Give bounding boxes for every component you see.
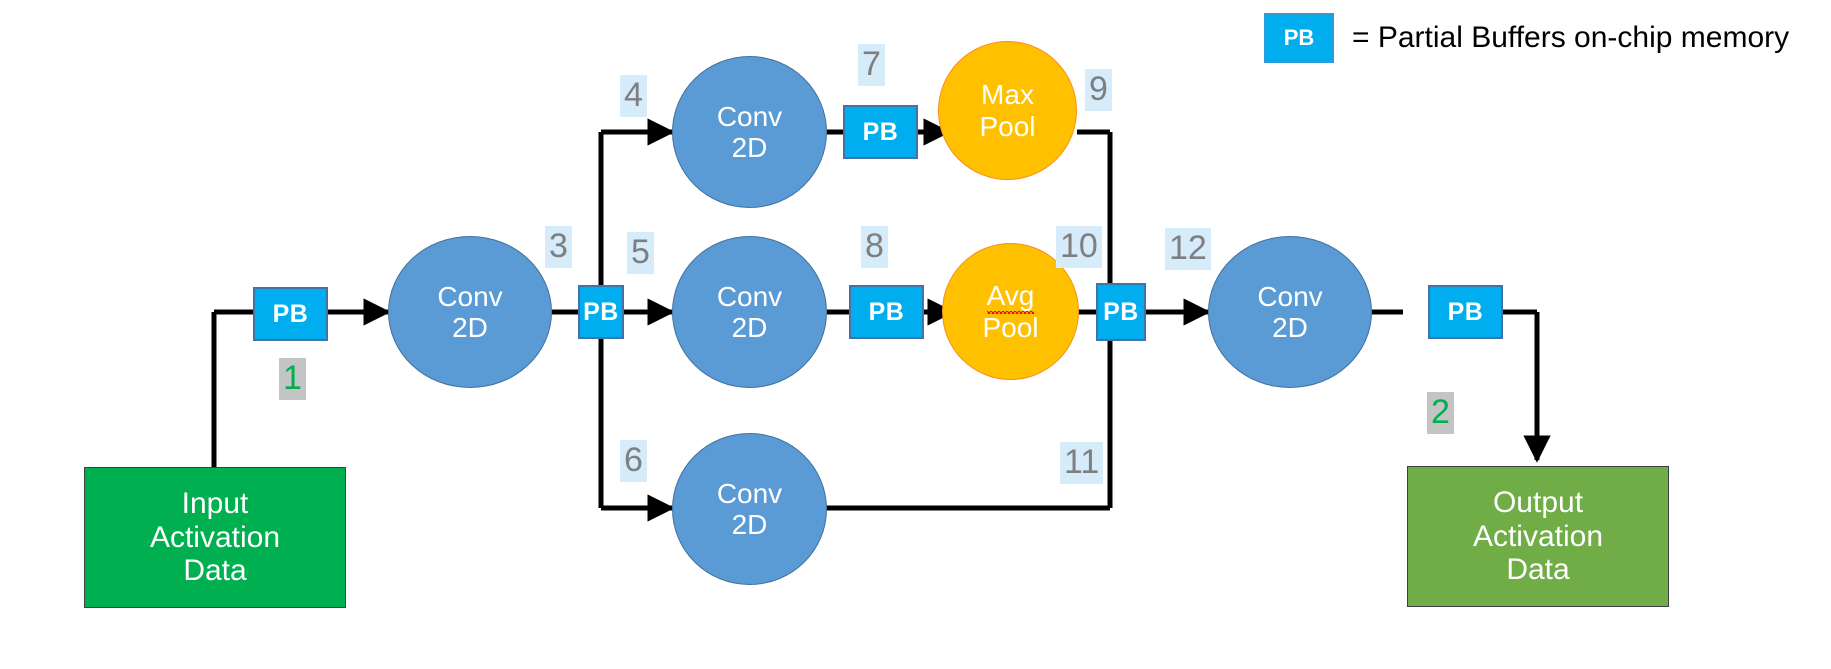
step-label-1: 1 <box>279 358 306 400</box>
step-label-8: 8 <box>861 226 888 268</box>
conv2d-branch-bottom-line1: Conv <box>716 477 783 509</box>
conv2d-branch-top-line2: 2D <box>731 132 768 163</box>
pb-output-label: PB <box>1447 298 1484 326</box>
output-line-1: Output <box>1492 486 1584 520</box>
output-activation-data-box: Output Activation Data <box>1407 466 1669 607</box>
step-label-11: 11 <box>1060 442 1104 484</box>
pb-split-label: PB <box>583 298 619 326</box>
step-label-5: 5 <box>627 232 654 274</box>
conv2d-tail-line1: Conv <box>1257 280 1323 312</box>
avg-pool-line1: Avg <box>986 280 1035 314</box>
pb-input-buffer[interactable]: PB <box>253 287 328 341</box>
input-activation-data-box: Input Activation Data <box>84 467 346 608</box>
conv2d-branch-middle-line2: 2D <box>731 312 768 343</box>
max-pool-line1: Max <box>981 79 1034 111</box>
legend-description: = Partial Buffers on-chip memory <box>1352 21 1790 54</box>
output-line-2: Activation <box>1472 519 1604 553</box>
pb-input-label: PB <box>272 300 309 328</box>
conv2d-tail-line2: 2D <box>1272 312 1308 343</box>
step-label-3: 3 <box>545 226 572 268</box>
step-label-7: 7 <box>858 44 885 86</box>
step-label-10: 10 <box>1056 226 1102 268</box>
pb-top-label: PB <box>862 118 899 146</box>
pb-middle-branch-buffer[interactable]: PB <box>849 285 924 339</box>
conv2d-branch-middle[interactable]: Conv 2D <box>672 236 827 388</box>
step-label-4: 4 <box>620 75 647 117</box>
conv2d-stem-line2: 2D <box>452 312 488 343</box>
conv2d-branch-top[interactable]: Conv 2D <box>672 56 827 208</box>
input-line-3: Data <box>183 554 247 588</box>
conv2d-stem-line1: Conv <box>437 280 503 312</box>
conv2d-stem[interactable]: Conv 2D <box>388 236 552 388</box>
conv2d-branch-middle-line1: Conv <box>716 280 783 312</box>
pb-merge-label: PB <box>1103 298 1139 326</box>
pb-middle-label: PB <box>868 298 905 326</box>
max-pool-line2: Pool <box>979 110 1036 142</box>
max-pool-node[interactable]: Max Pool <box>938 41 1077 180</box>
pb-split-buffer[interactable]: PB <box>578 285 624 339</box>
output-line-3: Data <box>1506 553 1570 587</box>
conv2d-branch-bottom-line2: 2D <box>731 509 768 540</box>
step-label-9: 9 <box>1085 69 1112 111</box>
input-line-1: Input <box>181 487 249 521</box>
step-label-6: 6 <box>620 440 647 482</box>
conv2d-branch-top-line1: Conv <box>716 100 783 132</box>
step-label-12: 12 <box>1165 228 1211 270</box>
pb-output-buffer[interactable]: PB <box>1428 285 1503 339</box>
avg-pool-line2: Pool <box>982 311 1039 343</box>
legend-pb-chip-label: PB <box>1283 25 1315 50</box>
input-line-2: Activation <box>149 520 281 554</box>
diagram-canvas: Input Activation Data PB Conv 2D PB Conv… <box>0 0 1831 669</box>
pb-top-branch-buffer[interactable]: PB <box>843 105 918 159</box>
conv2d-tail[interactable]: Conv 2D <box>1208 236 1372 388</box>
pb-merge-buffer[interactable]: PB <box>1096 283 1146 341</box>
legend: PB = Partial Buffers on-chip memory <box>1264 13 1789 63</box>
step-label-2: 2 <box>1427 392 1454 434</box>
legend-pb-chip: PB <box>1264 13 1334 63</box>
conv2d-branch-bottom[interactable]: Conv 2D <box>672 433 827 585</box>
